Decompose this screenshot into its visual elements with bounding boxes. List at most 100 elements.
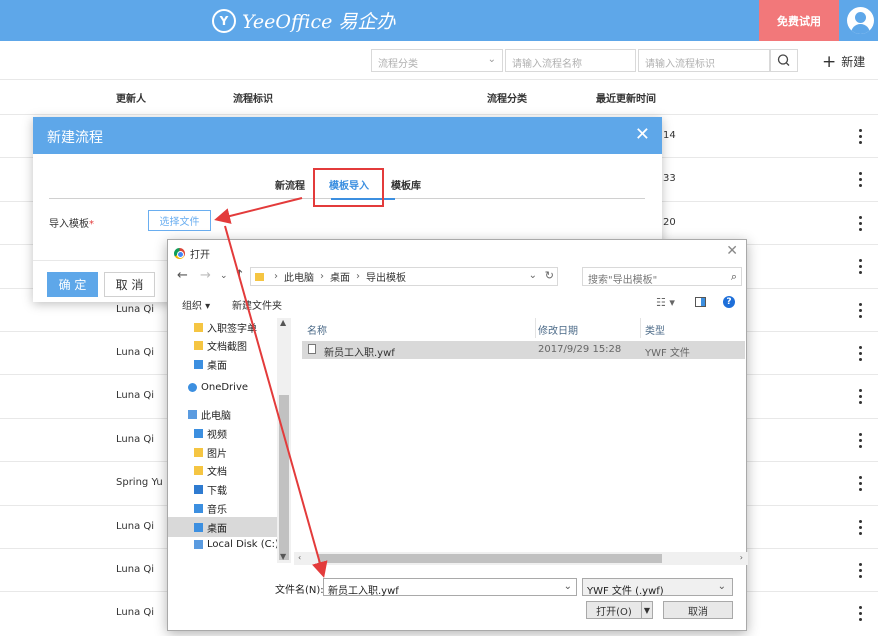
scroll-up-icon[interactable]: ▲: [280, 318, 286, 327]
more-options-icon[interactable]: [855, 517, 865, 537]
help-icon[interactable]: ?: [723, 296, 735, 308]
process-name-input[interactable]: 请输入流程名称: [505, 49, 636, 72]
close-icon[interactable]: ✕: [635, 124, 650, 145]
scroll-right-icon[interactable]: ›: [740, 553, 743, 562]
more-options-icon[interactable]: [855, 300, 865, 320]
col-header-name[interactable]: 名称: [307, 322, 327, 337]
dot: [859, 222, 862, 225]
refresh-icon[interactable]: ↻: [545, 269, 554, 282]
scrollbar-thumb[interactable]: [318, 554, 662, 563]
user-avatar-icon[interactable]: [847, 7, 874, 34]
video-icon: [194, 429, 203, 438]
up-arrow-icon[interactable]: ↑: [234, 268, 245, 283]
more-options-icon[interactable]: [855, 213, 865, 233]
tree-scrollbar[interactable]: ▲ ▼: [277, 318, 291, 563]
file-type: YWF 文件: [645, 348, 690, 359]
col-header-modified[interactable]: 修改日期: [538, 322, 578, 337]
more-options-icon[interactable]: [855, 169, 865, 189]
tree-item-label: 桌面: [207, 361, 227, 372]
file-open-dialog: 打开 ✕ ← → ⌄ ↑ › 此电脑 › 桌面 › 导出模板 ⌄ ↻ 搜索"导出…: [167, 239, 748, 631]
new-folder-button[interactable]: 新建文件夹: [232, 297, 282, 312]
tree-item[interactable]: 文档截图: [194, 338, 247, 353]
breadcrumb-this-pc[interactable]: 此电脑: [284, 269, 314, 284]
col-header-process-id[interactable]: 流程标识: [233, 90, 273, 105]
logo-text: YeeOffice 易企办: [242, 11, 396, 33]
dot: [859, 141, 862, 144]
recent-chevron-icon[interactable]: ⌄: [220, 271, 228, 281]
tree-item-label: Local Disk (C:): [207, 539, 279, 550]
search-button[interactable]: [770, 49, 798, 72]
open-dropdown-icon[interactable]: ▼: [641, 601, 653, 619]
chevron-down-icon[interactable]: ⌄: [564, 581, 572, 592]
filename-input[interactable]: 新员工入职.ywf ⌄: [323, 578, 577, 597]
updater-name: Luna Qi: [116, 304, 155, 315]
tree-item-label: 下载: [207, 486, 227, 497]
filetype-select[interactable]: YWF 文件 (.ywf) ⌄: [582, 578, 733, 597]
col-header-category[interactable]: 流程分类: [487, 90, 527, 105]
disk-icon: [194, 540, 203, 549]
chevron-down-icon[interactable]: ⌄: [529, 270, 537, 281]
more-options-icon[interactable]: [855, 473, 865, 493]
dot: [859, 532, 862, 535]
file-row[interactable]: 新员工入职.ywf 2017/9/29 15:28 YWF 文件: [302, 341, 745, 359]
organize-menu[interactable]: 组织 ▾: [182, 297, 210, 312]
new-process-button[interactable]: + 新建: [822, 51, 865, 72]
more-options-icon[interactable]: [855, 256, 865, 276]
dot: [859, 488, 862, 491]
tree-item[interactable]: 下载: [194, 482, 227, 497]
tree-item-label: 此电脑: [201, 411, 231, 422]
tree-item[interactable]: 桌面: [194, 357, 227, 372]
category-select[interactable]: 流程分类 ⌄: [371, 49, 503, 72]
logo[interactable]: Y YeeOffice 易企办: [212, 7, 395, 34]
tree-item[interactable]: 图片: [194, 445, 227, 460]
cancel-button[interactable]: 取 消: [104, 272, 155, 297]
tree-item-label: 视频: [207, 430, 227, 441]
scroll-down-icon[interactable]: ▼: [280, 552, 286, 561]
choose-file-button[interactable]: 选择文件: [148, 210, 211, 231]
dot: [859, 433, 862, 436]
folder-search-input[interactable]: 搜索"导出模板" ⌕: [582, 267, 742, 286]
breadcrumb-desktop[interactable]: 桌面: [330, 269, 350, 284]
tree-item[interactable]: 视频: [194, 426, 227, 441]
more-options-icon[interactable]: [855, 126, 865, 146]
tree-item-label: 文档: [207, 467, 227, 478]
view-options-icon[interactable]: ☷ ▾: [656, 296, 675, 309]
breadcrumb-export-templates[interactable]: 导出模板: [366, 269, 406, 284]
more-options-icon[interactable]: [855, 343, 865, 363]
tree-item-label: 文档截图: [207, 342, 247, 353]
address-bar[interactable]: › 此电脑 › 桌面 › 导出模板 ⌄ ↻: [250, 267, 558, 286]
tree-item-selected[interactable]: 桌面: [168, 517, 277, 537]
dialog-cancel-button[interactable]: 取消: [663, 601, 733, 619]
tab-template-library[interactable]: 模板库: [391, 177, 421, 192]
dot: [859, 352, 862, 355]
tab-new-process[interactable]: 新流程: [275, 177, 305, 192]
more-options-icon[interactable]: [855, 386, 865, 406]
col-header-updater[interactable]: 更新人: [116, 90, 146, 105]
open-button[interactable]: 打开(O): [586, 601, 642, 619]
col-header-updated-time[interactable]: 最近更新时间: [596, 90, 656, 105]
scrollbar-thumb[interactable]: [279, 395, 289, 560]
free-trial-button[interactable]: 免费试用: [759, 0, 839, 41]
tree-item[interactable]: 文档: [194, 463, 227, 478]
forward-arrow-icon[interactable]: →: [200, 268, 211, 283]
confirm-button[interactable]: 确 定: [47, 272, 98, 297]
tree-item[interactable]: OneDrive: [188, 382, 248, 393]
close-icon[interactable]: ✕: [726, 243, 738, 259]
col-header-type[interactable]: 类型: [645, 322, 665, 337]
more-options-icon[interactable]: [855, 430, 865, 450]
folder-search-placeholder: 搜索"导出模板": [588, 275, 658, 286]
tree-item[interactable]: 入职签字单: [194, 320, 257, 335]
file-list-scrollbar[interactable]: ‹ ›: [294, 552, 748, 565]
process-id-input[interactable]: 请输入流程标识: [638, 49, 770, 72]
tree-item[interactable]: 音乐: [194, 501, 227, 516]
annotation-highlight-box: [313, 168, 384, 207]
preview-pane-icon[interactable]: [695, 297, 706, 307]
dot: [859, 309, 862, 312]
tree-item[interactable]: Local Disk (C:): [194, 539, 279, 550]
more-options-icon[interactable]: [855, 560, 865, 580]
more-options-icon[interactable]: [855, 603, 865, 623]
dot: [859, 563, 862, 566]
tree-item[interactable]: 此电脑: [188, 407, 231, 422]
back-arrow-icon[interactable]: ←: [177, 268, 188, 283]
scroll-left-icon[interactable]: ‹: [298, 553, 301, 562]
